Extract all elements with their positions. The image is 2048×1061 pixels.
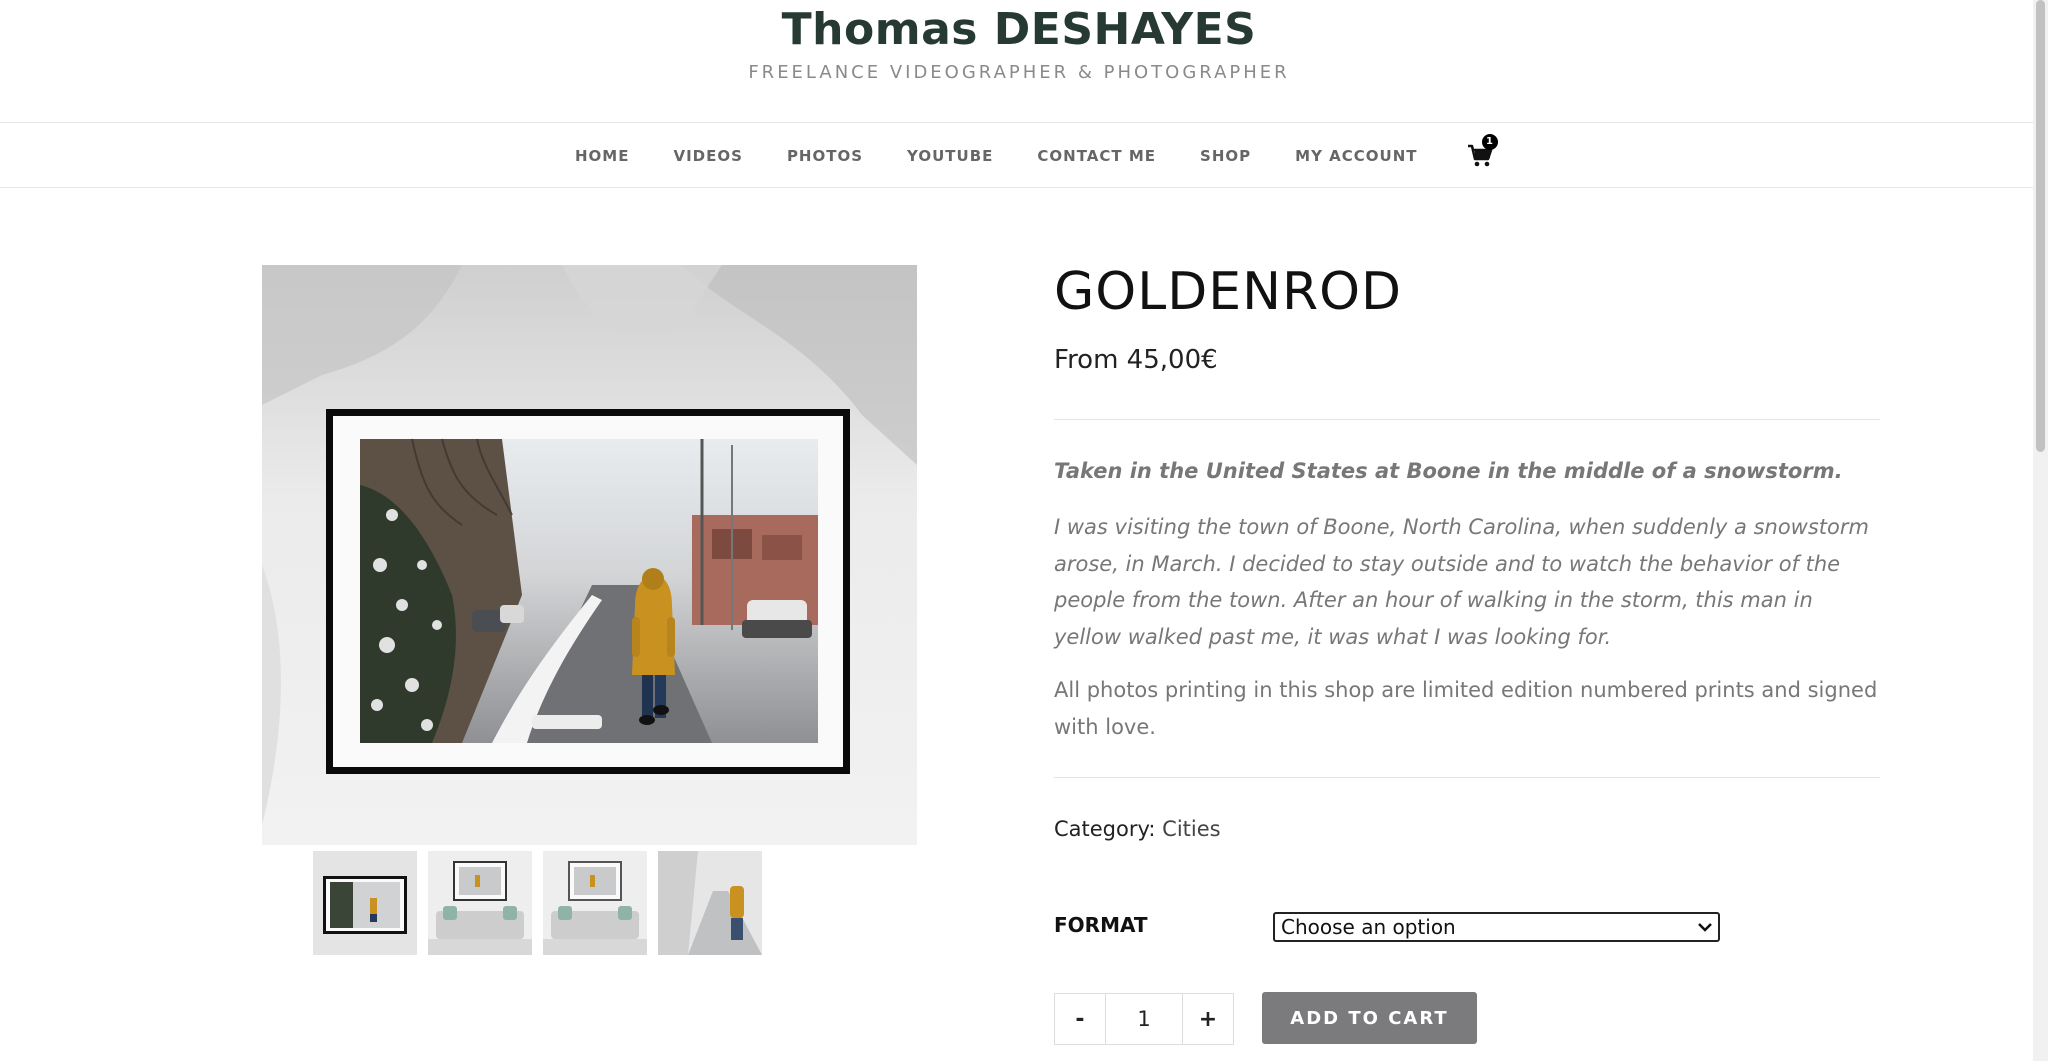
nav-item-youtube[interactable]: YOUTUBE <box>907 147 993 165</box>
nav-item-videos[interactable]: VIDEOS <box>673 147 742 165</box>
scrollbar-thumb[interactable] <box>2036 0 2045 452</box>
quantity-input[interactable]: 1 <box>1105 994 1183 1044</box>
nav-item-home[interactable]: HOME <box>575 147 629 165</box>
category-link-cities[interactable]: Cities <box>1162 817 1220 841</box>
nav-item-my-account[interactable]: MY ACCOUNT <box>1295 147 1417 165</box>
format-select[interactable]: Choose an option <box>1273 912 1720 942</box>
divider <box>1054 777 1880 778</box>
divider <box>1054 419 1880 420</box>
format-label: FORMAT <box>1054 913 1148 937</box>
thumbnail-2[interactable] <box>428 851 532 955</box>
product-description-lead: Taken in the United States at Boone in t… <box>1054 459 1843 483</box>
quantity-increase-button[interactable]: + <box>1183 994 1233 1044</box>
product-thumbnails <box>313 851 762 955</box>
thumbnail-4[interactable] <box>658 851 762 955</box>
quantity-stepper: - 1 + <box>1054 993 1234 1045</box>
thumbnail-1[interactable] <box>313 851 417 955</box>
main-navigation: HOME VIDEOS PHOTOS YOUTUBE CONTACT ME SH… <box>0 122 2033 188</box>
cart-count-badge: 1 <box>1481 134 1498 150</box>
product-description-story: I was visiting the town of Boone, North … <box>1054 515 1869 649</box>
nav-item-photos[interactable]: PHOTOS <box>787 147 863 165</box>
format-selected-value: Choose an option <box>1281 915 1456 939</box>
category-label: Category: <box>1054 817 1156 841</box>
nav-item-contact-me[interactable]: CONTACT ME <box>1037 147 1156 165</box>
quantity-decrease-button[interactable]: - <box>1055 994 1105 1044</box>
nav-menu: HOME VIDEOS PHOTOS YOUTUBE CONTACT ME SH… <box>575 123 1498 189</box>
product-category: Category: Cities <box>1054 817 1221 841</box>
product-title: GOLDENROD <box>1054 262 1403 322</box>
site-tagline: FREELANCE VIDEOGRAPHER & PHOTOGRAPHER <box>748 62 1290 83</box>
add-to-cart-button[interactable]: ADD TO CART <box>1262 992 1477 1044</box>
product-main-image[interactable] <box>262 265 917 845</box>
page-scrollbar[interactable] <box>2033 0 2048 1061</box>
chevron-down-icon <box>1698 923 1712 932</box>
cart-button[interactable]: 1 <box>1467 134 1498 168</box>
product-description-note: All photos printing in this shop are lim… <box>1054 678 1878 739</box>
nav-item-shop[interactable]: SHOP <box>1200 147 1251 165</box>
product-price: From 45,00€ <box>1054 345 1218 375</box>
site-title[interactable]: Thomas DESHAYES <box>0 4 2038 55</box>
thumbnail-3[interactable] <box>543 851 647 955</box>
